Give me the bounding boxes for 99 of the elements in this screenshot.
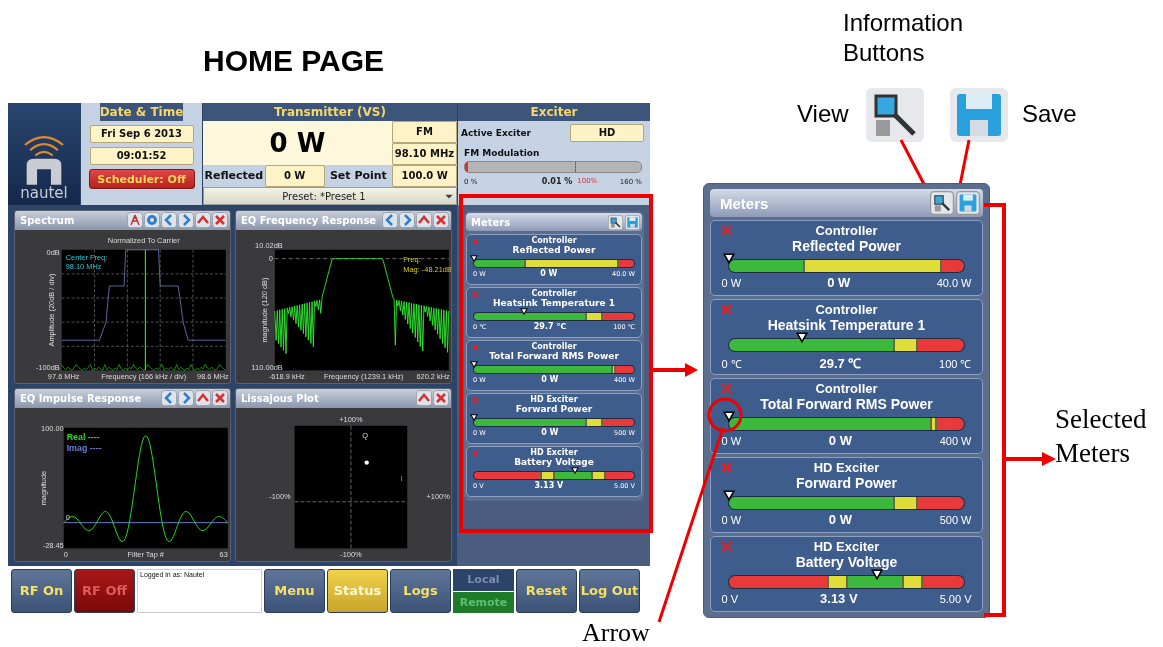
meter-value: 0 W [541, 428, 559, 437]
panel-title: Lissajous Plot [241, 392, 319, 404]
next-button[interactable] [399, 212, 415, 229]
legend-label: Real ---- [66, 431, 100, 442]
scale-label: 0 W [721, 277, 742, 289]
meter-name: Total Forward RMS Power [489, 351, 619, 362]
settings-button[interactable] [144, 212, 160, 229]
panel-title: EQ Frequency Response [241, 214, 377, 226]
previous-button[interactable] [382, 212, 398, 229]
scale-label: 0 V [721, 593, 738, 605]
preset-dropdown[interactable]: Preset: *Preset 1 [203, 187, 457, 205]
meter-category: HD Exciter [813, 460, 880, 475]
figure-title: HOME PAGE [203, 44, 385, 78]
meter-category: Controller [531, 342, 577, 351]
meter-name: Heatsink Temperature 1 [767, 317, 926, 333]
meter-value: 0 W [827, 275, 851, 290]
reflected-field: 0 W [264, 165, 325, 187]
next-button[interactable] [178, 390, 194, 407]
rf-off-button[interactable]: RF Off [74, 569, 135, 613]
field-label: Set Point [328, 168, 388, 184]
panel-title: EQ Impulse Response [20, 392, 142, 404]
frequency-field: 98.10 MHz [392, 143, 457, 165]
meter-name: Battery Voltage [514, 457, 594, 468]
meter-name: Total Forward RMS Power [760, 396, 933, 412]
meter-name: Forward Power [515, 404, 593, 415]
meter-category: Controller [531, 289, 577, 298]
meter-category: HD Exciter [530, 448, 578, 457]
footer-button[interactable]: RF On [11, 569, 72, 613]
column-header: Date & Time [99, 103, 184, 121]
footer-button[interactable]: Menu [264, 569, 325, 613]
magnifier-icon [866, 88, 924, 142]
magnifier-button[interactable] [608, 214, 623, 230]
time-field: 09:01:52 [89, 147, 194, 165]
callout-arrow [650, 360, 698, 380]
power-readout: 0 W [203, 121, 392, 165]
close-button[interactable] [433, 390, 449, 407]
collapse-button[interactable] [416, 390, 432, 407]
panel-title: Meters [471, 216, 511, 228]
scale-label: 0 ℃ [721, 357, 742, 371]
meter-value: 0 W [828, 512, 852, 527]
meter-category: Controller [531, 236, 577, 245]
scale-label: 500 W [939, 514, 972, 526]
callout-caption: Selected Meters [1055, 403, 1148, 470]
highlight-circle [706, 396, 744, 434]
meter-name: Reflected Power [792, 238, 901, 254]
meter-category: Controller [815, 302, 878, 317]
mode-field: FM [392, 121, 457, 143]
scale-label: 400 W [939, 435, 972, 447]
scale-label: 100 ℃ [939, 357, 972, 371]
collapse-button[interactable] [416, 212, 432, 229]
meter-value: 29.7 ℃ [533, 322, 566, 331]
meter-value: 3.13 V [820, 591, 858, 606]
meter-value: 0 W [828, 433, 852, 448]
meter-name: Forward Power [795, 475, 898, 491]
setpoint-field: 100.0 W [392, 165, 457, 187]
callout-caption: Information Buttons [843, 8, 965, 68]
active-exciter-field: HD [570, 124, 644, 142]
legend-label: Imag ---- [66, 443, 102, 454]
meter-value: 0 W [541, 375, 559, 384]
callout-caption: View [797, 99, 849, 129]
collapse-button[interactable] [195, 212, 211, 229]
callout-caption: Arrow [582, 618, 650, 647]
modulation-reading: 0.01 % [541, 177, 573, 186]
footer-button[interactable]: Log Out [579, 569, 640, 613]
previous-button[interactable] [161, 390, 177, 407]
close-button[interactable] [212, 212, 228, 229]
meter-category: Controller [815, 381, 878, 396]
panel-title: Spectrum [20, 214, 75, 226]
logo-text: nautel [20, 185, 68, 201]
date-field: Fri Sep 6 2013 [89, 125, 194, 143]
meter-category: HD Exciter [530, 395, 578, 404]
column-header: Transmitter (VS) [203, 103, 457, 121]
scheduler-button[interactable]: Scheduler: Off [88, 169, 195, 189]
meter-name: Reflected Power [512, 245, 596, 256]
scale-label: 5.00 V [939, 593, 972, 605]
close-button[interactable] [433, 212, 449, 229]
meter-name: Battery Voltage [795, 554, 898, 570]
scale-label: 0 W [721, 435, 742, 447]
meter-value: 3.13 V [534, 481, 564, 490]
callout-caption: Save [1022, 99, 1077, 129]
magnifier-button[interactable] [930, 191, 954, 215]
column-header: Exciter [458, 103, 650, 121]
meter-category: Controller [815, 223, 878, 238]
footer-button[interactable]: Logs [390, 569, 451, 613]
meter-name: Heatsink Temperature 1 [492, 298, 616, 309]
next-button[interactable] [178, 212, 194, 229]
collapse-button[interactable] [195, 390, 211, 407]
panel-title: Meters [720, 194, 769, 212]
field-label: Active Exciter [461, 128, 531, 138]
footer-button[interactable]: Reset [516, 569, 577, 613]
field-label: FM Modulation [464, 148, 541, 158]
previous-button[interactable] [161, 212, 177, 229]
meter-value: 0 W [540, 269, 558, 278]
scale-label: 0 W [721, 514, 742, 526]
scale-label: 40.0 W [936, 277, 972, 289]
field-label: Reflected [203, 168, 265, 184]
meter-value: 29.7 ℃ [819, 355, 862, 372]
close-button[interactable] [212, 390, 228, 407]
meter-category: HD Exciter [813, 539, 880, 554]
